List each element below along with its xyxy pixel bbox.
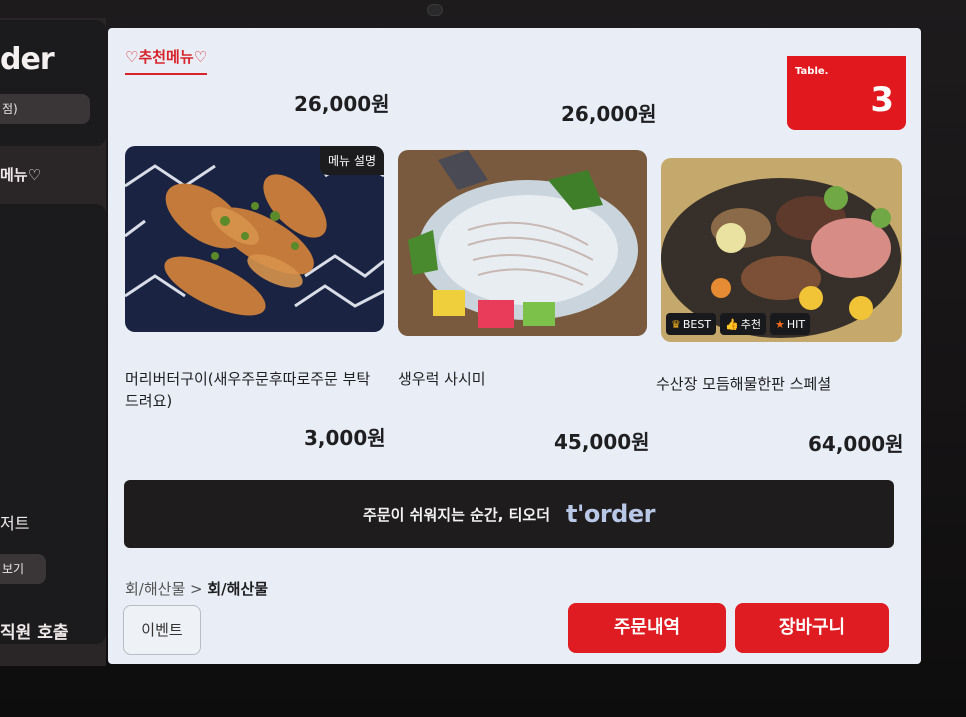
menu-price-shrimp: 3,000원 xyxy=(304,426,386,450)
menu-card-seafood-platter[interactable]: ♛ BEST 👍 추천 ★ HIT xyxy=(661,158,902,342)
star-icon: ★ xyxy=(775,317,785,331)
torder-logo: t'order xyxy=(566,500,655,528)
menu-name-seafood-platter[interactable]: 수산장 모듬해물한판 스페셜 xyxy=(656,373,896,395)
top-price-2: 26,000원 xyxy=(561,102,657,126)
event-button[interactable]: 이벤트 xyxy=(123,605,201,655)
side-menu-item-recommend[interactable]: 메뉴♡ xyxy=(0,164,41,185)
menu-price-rockfish: 45,000원 xyxy=(554,430,650,454)
breadcrumb-parent[interactable]: 회/해산물 xyxy=(125,580,185,598)
breadcrumb-current: 회/해산물 xyxy=(207,580,269,598)
side-view-button[interactable]: 보기 xyxy=(0,554,46,584)
side-store-pill[interactable]: 점) xyxy=(0,94,90,124)
crown-icon: ♛ xyxy=(671,317,681,331)
menu-name-rockfish[interactable]: 생우럭 사시미 xyxy=(398,368,638,390)
menu-price-seafood-platter: 64,000원 xyxy=(808,432,904,456)
call-staff-button[interactable]: 직원 호출 xyxy=(0,618,68,643)
side-top-block xyxy=(0,20,106,146)
kiosk-screen: ♡추천메뉴♡ Table. 3 26,000원 26,000원 메뉴 설명 ♛ … xyxy=(108,28,921,664)
side-logo: der xyxy=(0,42,55,77)
badge-recommend: 👍 추천 xyxy=(720,313,767,335)
side-panel: der 점) 메뉴♡ 저트 보기 직원 호출 xyxy=(0,18,106,666)
table-label: Table. xyxy=(795,66,829,77)
rockfish-photo xyxy=(398,150,647,336)
breadcrumb-separator: > xyxy=(185,580,208,598)
cart-button[interactable]: 장바구니 xyxy=(735,603,889,653)
menu-card-rockfish[interactable] xyxy=(398,150,647,336)
section-title: ♡추천메뉴♡ xyxy=(125,46,208,75)
badge-hit: ★ HIT xyxy=(770,313,811,335)
breadcrumb: 회/해산물 > 회/해산물 xyxy=(125,578,268,599)
order-history-button[interactable]: 주문내역 xyxy=(568,603,726,653)
table-badge: Table. 3 xyxy=(787,56,906,130)
menu-name-shrimp[interactable]: 머리버터구이(새우주문후따로주문 부탁드려요) xyxy=(125,368,375,412)
banner-slogan: 주문이 쉬워지는 순간, 티오더 xyxy=(363,505,551,524)
side-menu-item-dessert[interactable]: 저트 xyxy=(0,510,29,534)
thumbs-up-icon: 👍 xyxy=(725,317,739,331)
camera-icon xyxy=(427,4,443,16)
promo-banner[interactable]: 주문이 쉬워지는 순간, 티오더 t'order xyxy=(124,480,894,548)
menu-badges: ♛ BEST 👍 추천 ★ HIT xyxy=(666,313,811,335)
menu-card-shrimp[interactable]: 메뉴 설명 xyxy=(125,146,384,332)
top-price-1: 26,000원 xyxy=(294,92,390,116)
table-number: 3 xyxy=(870,80,894,120)
menu-description-button[interactable]: 메뉴 설명 xyxy=(320,146,384,175)
badge-best: ♛ BEST xyxy=(666,313,717,335)
